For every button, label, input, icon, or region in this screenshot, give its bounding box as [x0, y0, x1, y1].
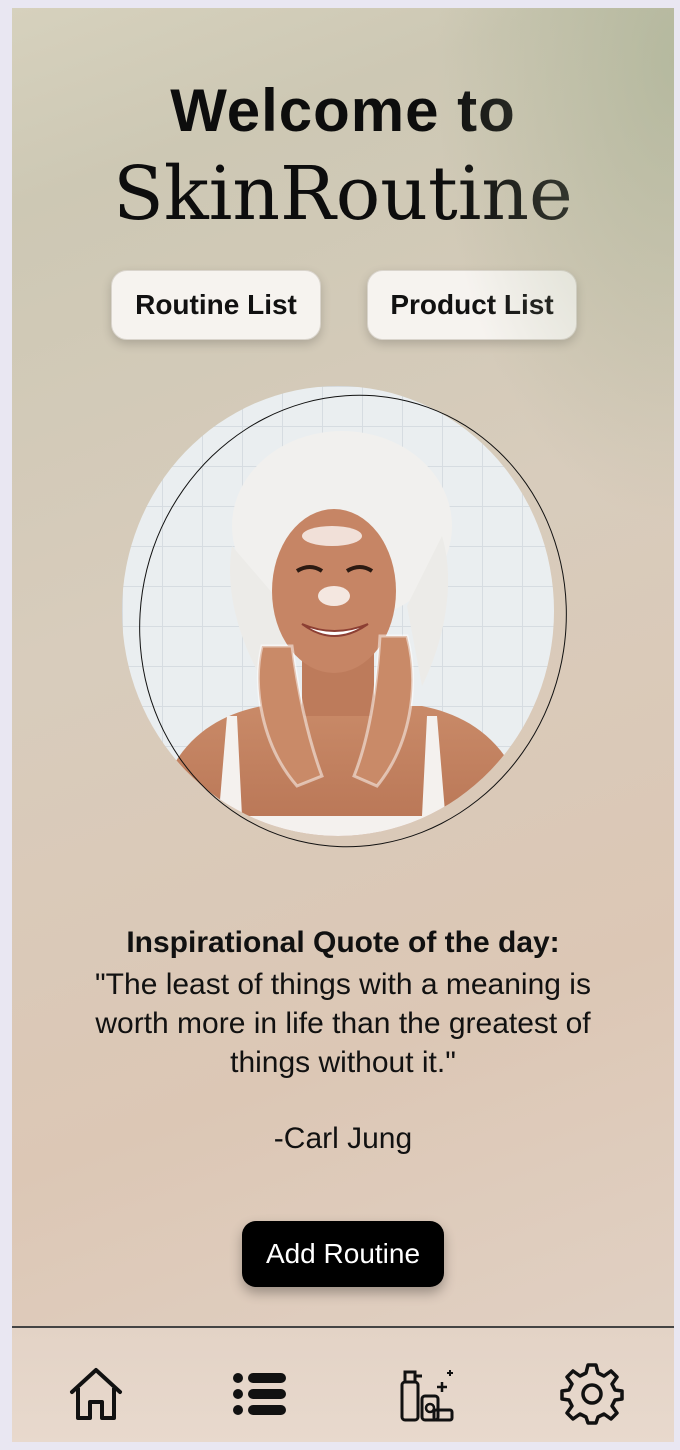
settings-tab[interactable]	[560, 1362, 624, 1426]
quote-heading: Inspirational Quote of the day:	[126, 926, 560, 959]
gear-icon	[560, 1363, 624, 1425]
welcome-heading: Welcome to	[170, 77, 516, 144]
quote-text: "The least of things with a meaning is w…	[95, 968, 591, 1079]
home-icon	[70, 1368, 122, 1420]
products-tab[interactable]	[394, 1362, 458, 1426]
routine-list-button[interactable]: Routine List	[111, 270, 321, 340]
bottom-tab-bar	[12, 1326, 674, 1442]
list-icon	[233, 1373, 286, 1415]
routine-list-tab[interactable]	[228, 1362, 292, 1426]
app-title: SkinRoutine	[113, 151, 573, 237]
add-routine-button[interactable]: Add Routine	[242, 1221, 444, 1287]
app-screen: Welcome to SkinRoutine Routine List Prod…	[12, 8, 674, 1442]
products-icon	[400, 1370, 454, 1422]
product-list-button[interactable]: Product List	[367, 270, 577, 340]
photo-outline-ring	[91, 349, 615, 893]
quote-author: -Carl Jung	[273, 1122, 413, 1155]
home-tab[interactable]	[64, 1362, 128, 1426]
